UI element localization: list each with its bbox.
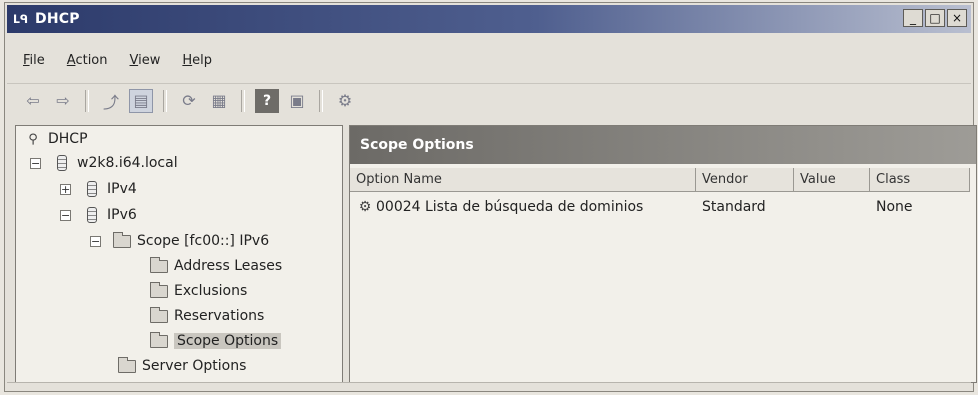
show-hide-tree-icon[interactable]: ▤ xyxy=(129,88,153,113)
window-controls: _ □ × xyxy=(903,9,967,27)
window-title: DHCP xyxy=(35,11,80,27)
column-header-vendor[interactable]: Vendor xyxy=(696,168,794,192)
tree-item-server-options[interactable]: Server Options xyxy=(116,356,247,375)
option-icon: ⚙ xyxy=(358,199,372,215)
menu-bar: File Action View Help xyxy=(7,47,971,73)
tree-item-scope[interactable]: − Scope [fc00::] IPv6 xyxy=(90,231,270,250)
cell-vendor: Standard xyxy=(702,199,766,215)
tree-label: Address Leases xyxy=(174,258,283,274)
tree-label: w2k8.i64.local xyxy=(77,155,178,171)
tree-label: IPv4 xyxy=(107,181,137,197)
tree-item-ipv4[interactable]: + IPv4 xyxy=(60,180,137,198)
column-header-value[interactable]: Value xyxy=(794,168,870,192)
exclusions-icon xyxy=(148,281,170,300)
tree-item-ipv6[interactable]: − IPv6 xyxy=(60,206,137,224)
pane-title: Scope Options xyxy=(350,126,976,164)
menu-view[interactable]: View xyxy=(130,53,161,68)
console-window-icon[interactable]: ▣ xyxy=(285,89,309,113)
server-icon xyxy=(51,154,73,172)
toolbar: ⇦ ⇨ ⤴ ▤ ⟳ ▦ ? ▣ ⚙ xyxy=(7,83,971,117)
ipv4-icon xyxy=(81,180,103,198)
cell-option-name: ⚙ 00024 Lista de búsqueda de dominios xyxy=(350,198,696,216)
collapse-toggle[interactable]: − xyxy=(90,235,101,247)
address-leases-icon xyxy=(148,256,170,275)
collapse-toggle[interactable]: − xyxy=(30,157,41,169)
toolbar-separator xyxy=(163,89,167,112)
table-row[interactable]: ⚙ 00024 Lista de búsqueda de dominios St… xyxy=(350,196,976,218)
toolbar-separator xyxy=(85,89,89,112)
tree-item-dhcp[interactable]: ⚲ DHCP xyxy=(22,130,88,148)
dhcp-properties-icon[interactable]: ⚙ xyxy=(333,89,357,113)
menu-action[interactable]: Action xyxy=(67,53,108,68)
tree-item-server[interactable]: − w2k8.i64.local xyxy=(30,154,178,172)
close-button[interactable]: × xyxy=(947,9,967,27)
tree-item-exclusions[interactable]: Exclusions xyxy=(148,281,248,300)
folder-icon xyxy=(111,231,133,250)
export-list-icon[interactable]: ▦ xyxy=(207,89,231,113)
up-level-icon[interactable]: ⤴ xyxy=(99,89,123,113)
tree-label-selected: Scope Options xyxy=(174,333,282,349)
back-arrow-icon[interactable]: ⇦ xyxy=(21,89,45,113)
tree-label: Server Options xyxy=(142,358,247,374)
forward-arrow-icon[interactable]: ⇨ xyxy=(51,89,75,113)
tree-label: DHCP xyxy=(48,131,88,147)
refresh-icon[interactable]: ⟳ xyxy=(177,89,201,113)
dhcp-window: ᒪᑫ DHCP _ □ × File Action View Help ⇦ ⇨ … xyxy=(4,2,977,392)
tree-label: Scope [fc00::] IPv6 xyxy=(137,233,270,249)
cell-class: None xyxy=(876,199,913,215)
menu-file[interactable]: File xyxy=(23,53,45,68)
toolbar-separator xyxy=(319,89,323,112)
column-header-option-name[interactable]: Option Name xyxy=(350,168,696,192)
minimize-button[interactable]: _ xyxy=(903,9,923,27)
details-pane: Scope Options Option Name Vendor Value C… xyxy=(349,125,977,383)
console-tree: ⚲ DHCP − w2k8.i64.local + IPv4 − IPv6 − … xyxy=(15,125,343,383)
tree-label: IPv6 xyxy=(107,207,137,223)
status-bar xyxy=(7,382,971,389)
dhcp-logo-icon: ᒪᑫ xyxy=(13,12,29,26)
menu-help[interactable]: Help xyxy=(182,53,212,68)
column-header-class[interactable]: Class xyxy=(870,168,970,192)
tree-label: Exclusions xyxy=(174,283,248,299)
help-icon[interactable]: ? xyxy=(255,88,279,113)
ipv6-icon xyxy=(81,206,103,224)
title-bar[interactable]: ᒪᑫ DHCP _ □ × xyxy=(7,5,971,33)
column-headers: Option Name Vendor Value Class xyxy=(350,168,976,192)
collapse-toggle[interactable]: − xyxy=(60,209,71,221)
maximize-button[interactable]: □ xyxy=(925,9,945,27)
toolbar-separator xyxy=(241,89,245,112)
expand-toggle[interactable]: + xyxy=(60,183,71,195)
tree-item-address-leases[interactable]: Address Leases xyxy=(148,256,283,275)
reservations-icon xyxy=(148,306,170,325)
dhcp-root-icon: ⚲ xyxy=(28,131,38,147)
tree-item-reservations[interactable]: Reservations xyxy=(148,306,265,325)
tree-item-scope-options[interactable]: Scope Options xyxy=(148,331,282,350)
tree-label: Reservations xyxy=(174,308,265,324)
scope-options-icon xyxy=(148,331,170,350)
server-options-icon xyxy=(116,356,138,375)
